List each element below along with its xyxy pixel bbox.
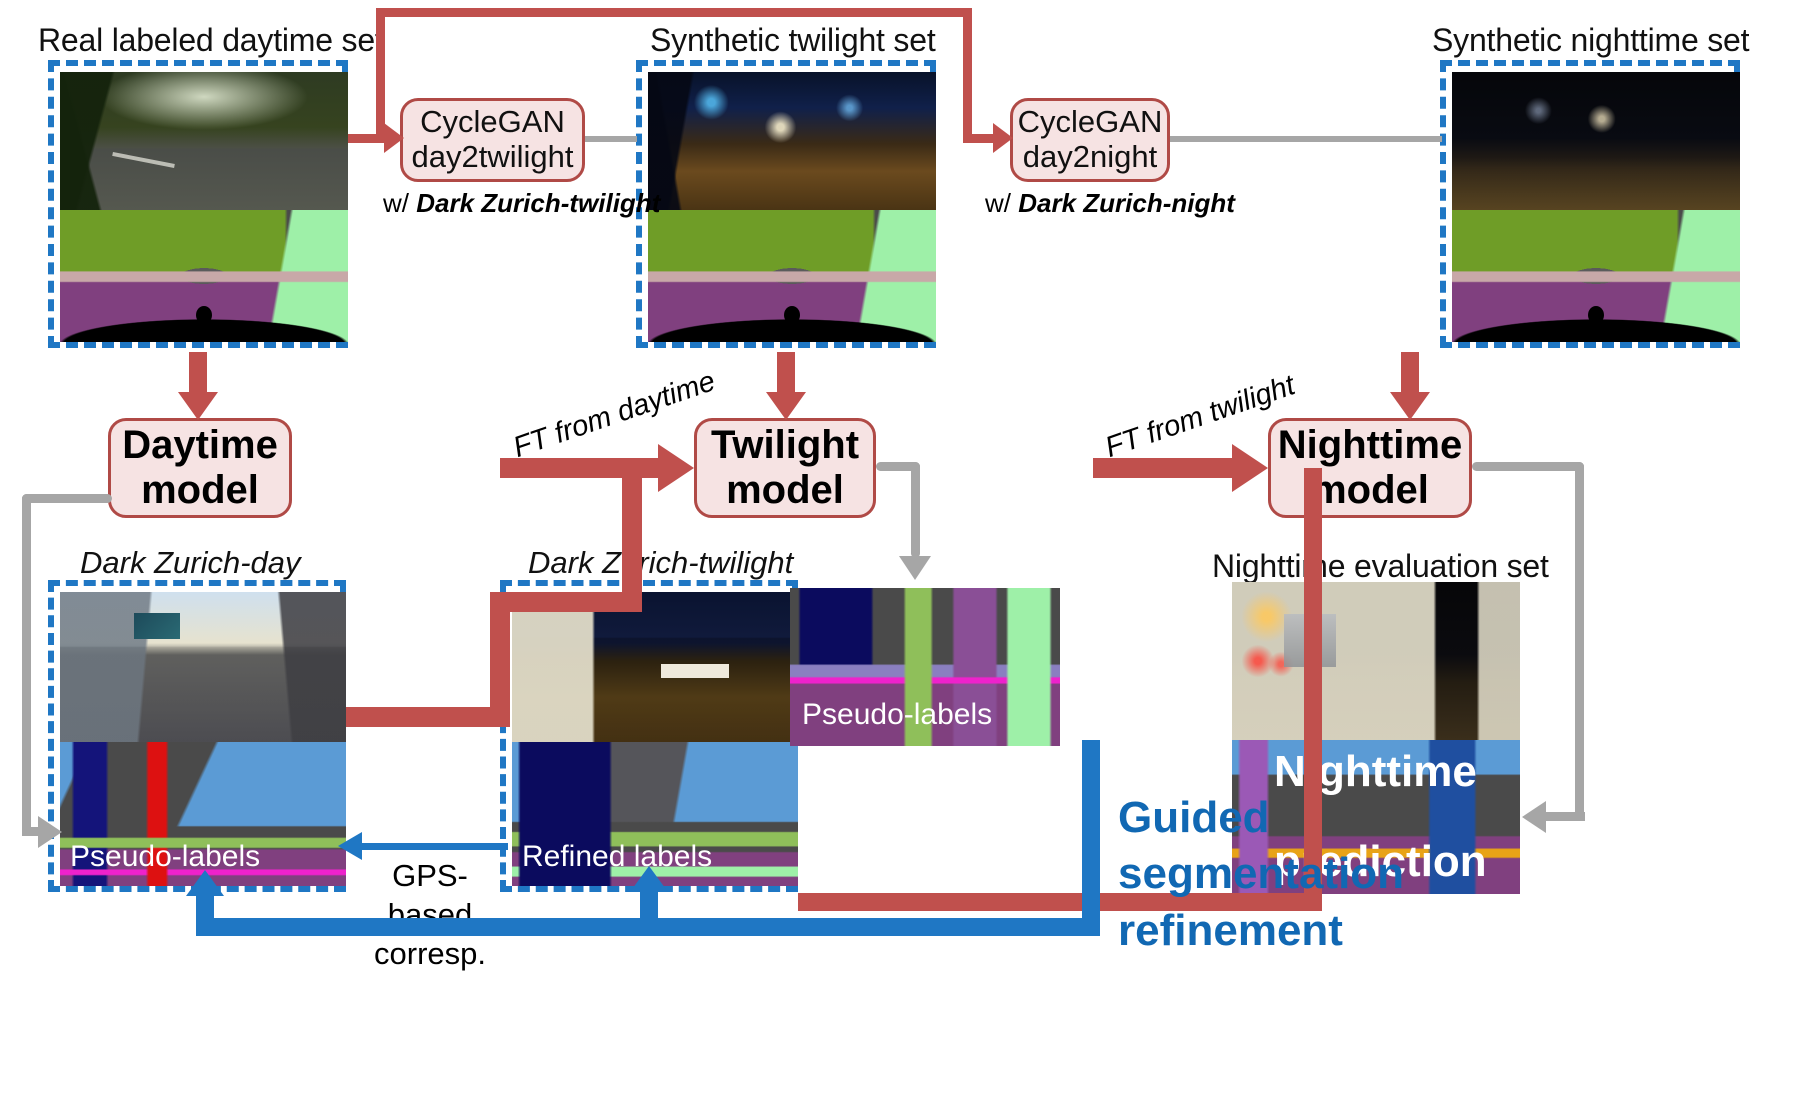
- cyclegan-day2night-line2: day2night: [1022, 139, 1158, 174]
- dark-zurich-twilight-photo: [512, 592, 798, 742]
- nighttime-model-line1: Nighttime: [1277, 423, 1463, 468]
- arrowhead-refinement-to-twilight: [630, 866, 668, 892]
- cyclegan-day2night-note: w/ Dark Zurich-night: [985, 188, 1235, 219]
- hood-antenna: [1588, 306, 1604, 324]
- daytime-model-line2: model: [141, 468, 259, 512]
- panel-real-labeled-daytime-set[interactable]: [48, 60, 348, 348]
- cyclegan-day2night-box[interactable]: CycleGAN day2night: [1010, 98, 1170, 182]
- overlay-pseudo-labels-day: Pseudo-labels: [70, 840, 261, 873]
- cyclegan-day2twilight-box[interactable]: CycleGAN day2twilight: [400, 98, 585, 182]
- nighttime-eval-photo: [1232, 582, 1520, 740]
- daytime-photo: [60, 72, 348, 210]
- overlay-pseudo-labels-twilight: Pseudo-labels: [802, 698, 993, 731]
- note-dataset: Dark Zurich-night: [1018, 188, 1235, 218]
- edge-daytimeset-to-daytimemodel: [189, 352, 207, 394]
- edge-gan1-to-twilight-set: [585, 136, 637, 142]
- edge-daytimemodel-left-h: [22, 494, 112, 503]
- edge-day-to-gan2-vert-right: [963, 8, 972, 134]
- caption-dark-zurich-day: Dark Zurich-day: [80, 545, 301, 580]
- edge-label-gps-corresp: GPS-based corresp.: [350, 857, 510, 973]
- edge-refinement-to-twilight-v: [640, 890, 658, 928]
- caption-real-labeled-daytime-set: Real labeled daytime set: [38, 22, 384, 58]
- callout-line3: refinement: [1118, 905, 1343, 955]
- arrowhead-daytime-model: [178, 392, 218, 420]
- callout-line1: Guided: [1118, 793, 1270, 842]
- edge-dzday-to-twilight-h: [346, 707, 508, 727]
- overlay-refined-labels: Refined labels: [522, 840, 713, 873]
- panel-dark-zurich-day[interactable]: Pseudo-labels: [48, 580, 346, 892]
- arrowhead-gan1: [384, 123, 404, 153]
- edge-nightset-to-nightmodel: [1401, 352, 1419, 394]
- hood-antenna: [196, 306, 212, 324]
- edge-refinement-bus-v-right: [1082, 740, 1100, 936]
- arrowhead-refinement-to-day: [186, 870, 224, 896]
- gps-label-line2: corresp.: [374, 935, 486, 971]
- panel-dark-zurich-twilight[interactable]: Refined labels: [500, 580, 798, 892]
- panel-synthetic-twilight-set[interactable]: [636, 60, 936, 348]
- edge-day-to-gan2-horiz-top: [376, 8, 972, 17]
- daytime-model-box[interactable]: Daytime model: [108, 418, 292, 518]
- arrowhead-daytime-pseudolabels: [38, 816, 62, 848]
- nighttime-photo: [1452, 72, 1740, 210]
- note-prefix: w/: [383, 188, 417, 218]
- twilight-model-line1: Twilight: [710, 423, 860, 468]
- daytime-model-line1: Daytime: [122, 423, 278, 468]
- arrowhead-twilight-model: [766, 392, 806, 420]
- note-prefix: w/: [985, 188, 1019, 218]
- cyclegan-day2twilight-line1: CycleGAN: [420, 104, 565, 140]
- nighttime-model-line2: model: [1311, 468, 1429, 512]
- edge-twilightset-to-twilightmodel: [777, 352, 795, 394]
- nighttime-model-box[interactable]: Nighttime model: [1268, 418, 1472, 518]
- edge-nightmodel-right-v: [1575, 462, 1584, 820]
- edge-day-to-gan2-h: [963, 134, 995, 143]
- edge-nightmodel-into-eval: [1545, 812, 1585, 821]
- panel-synthetic-nighttime-set[interactable]: [1440, 60, 1740, 348]
- callout-guided-segmentation-refinement: Guided segmentation refinement: [1118, 790, 1418, 959]
- edge-nightmodel-right-h: [1472, 462, 1584, 471]
- arrowhead-gps-corresp: [338, 832, 362, 860]
- twilight-model-box[interactable]: Twilight model: [694, 418, 876, 518]
- edge-gps-corresp-line: [360, 843, 508, 850]
- edge-refinement-to-day-v: [196, 890, 214, 936]
- cyclegan-day2twilight-note: w/ Dark Zurich-twilight: [383, 188, 660, 219]
- arrowhead-nighttime-prediction: [1522, 801, 1546, 833]
- twilight-photo: [648, 72, 936, 210]
- edge-dzday-to-twilight-h2: [490, 592, 640, 612]
- caption-nighttime-evaluation-set: Nighttime evaluation set: [1212, 548, 1549, 584]
- edge-day-to-gan2-vert-left: [376, 8, 385, 139]
- caption-synthetic-nighttime-set: Synthetic nighttime set: [1432, 22, 1750, 58]
- twilight-model-line2: model: [726, 468, 844, 512]
- arrowhead-ft-daytime: [658, 444, 694, 492]
- edge-gan2-to-nighttime-set: [1170, 136, 1442, 142]
- arrowhead-nighttime-model: [1390, 392, 1430, 420]
- callout-line2: segmentation: [1118, 849, 1405, 899]
- caption-synthetic-twilight-set: Synthetic twilight set: [650, 22, 936, 58]
- edge-dzday-to-twilight-v2: [622, 468, 642, 612]
- hood-antenna: [784, 306, 800, 324]
- edge-daytimemodel-left-v: [22, 494, 31, 836]
- caption-dark-zurich-twilight: Dark Zurich-twilight: [528, 545, 794, 580]
- cyclegan-day2twilight-line2: day2twilight: [411, 139, 574, 174]
- dark-zurich-day-photo: [60, 592, 346, 742]
- cyclegan-day2night-line1: CycleGAN: [1017, 104, 1163, 140]
- arrowhead-gan2: [993, 123, 1013, 153]
- arrowhead-twilight-pseudolabels: [899, 556, 931, 580]
- note-dataset: Dark Zurich-twilight: [416, 188, 661, 218]
- arrowhead-ft-twilight: [1232, 444, 1268, 492]
- edge-dzday-to-twilight-v: [490, 592, 510, 727]
- edge-twilightmodel-down-v: [911, 462, 920, 558]
